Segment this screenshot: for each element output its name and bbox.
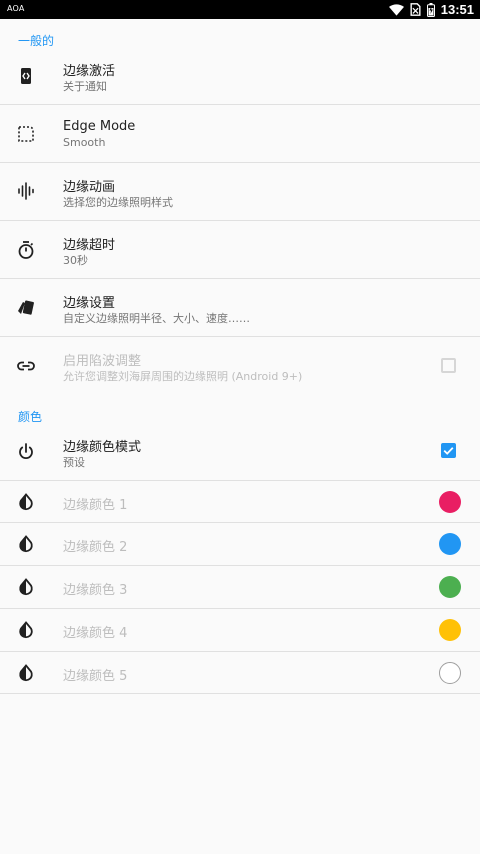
contrast-drop-icon [16, 577, 36, 597]
contrast-drop-icon [16, 663, 36, 683]
status-icons: 13:51 [388, 0, 474, 19]
corner-frame-icon [16, 124, 36, 144]
setting-subtitle: 关于通知 [63, 80, 107, 93]
contrast-drop-icon [16, 620, 36, 640]
setting-subtitle: 30秒 [63, 254, 88, 267]
setting-title: 边缘超时 [63, 238, 116, 253]
cards-icon [16, 298, 36, 318]
setting-title: Edge Mode [63, 119, 136, 134]
setting-subtitle: 自定义边缘照明半径、大小、速度…… [63, 312, 250, 325]
edge-color-label: 边缘颜色 5 [63, 669, 128, 684]
color-swatch[interactable] [439, 533, 461, 555]
color-swatch[interactable] [439, 619, 461, 641]
waveform-icon [16, 181, 36, 201]
status-bar: AOA 13:51 [0, 0, 480, 19]
no-sim-icon [410, 3, 421, 16]
contrast-drop-icon [16, 534, 36, 554]
setting-color-mode[interactable]: 边缘颜色模式 预设 [0, 423, 480, 480]
color-swatch[interactable] [439, 491, 461, 513]
setting-edge-mode[interactable]: Edge Mode Smooth [0, 105, 480, 162]
timer-icon [16, 240, 36, 260]
setting-edge-animation[interactable]: 边缘动画 选择您的边缘照明样式 [0, 163, 480, 220]
setting-subtitle: 预设 [63, 456, 85, 469]
color-swatch[interactable] [439, 662, 461, 684]
edge-color-label: 边缘颜色 4 [63, 626, 128, 641]
edge-color-row-4[interactable]: 边缘颜色 4 [0, 609, 480, 651]
edge-activation-icon [16, 66, 36, 86]
color-mode-checkbox[interactable] [441, 443, 456, 458]
setting-subtitle: Smooth [63, 136, 106, 149]
power-icon [16, 442, 36, 462]
setting-title: 边缘动画 [63, 180, 116, 195]
divider [0, 693, 480, 694]
contrast-drop-icon [16, 492, 36, 512]
setting-notch-adjustment[interactable]: 启用陷波调整 允许您调整刘海屏周围的边缘照明 (Android 9+) [0, 337, 480, 394]
setting-title: 边缘激活 [63, 64, 116, 79]
color-swatch[interactable] [439, 576, 461, 598]
checkmark-icon [443, 447, 454, 455]
setting-subtitle: 选择您的边缘照明样式 [63, 196, 173, 209]
setting-edge-activation[interactable]: 边缘激活 关于通知 [0, 47, 480, 104]
link-icon [16, 356, 36, 376]
edge-color-label: 边缘颜色 1 [63, 498, 128, 513]
notch-adjustment-checkbox[interactable] [441, 358, 456, 373]
edge-color-row-3[interactable]: 边缘颜色 3 [0, 566, 480, 608]
setting-title: 边缘颜色模式 [63, 440, 142, 455]
setting-title: 启用陷波调整 [63, 354, 142, 369]
edge-color-row-5[interactable]: 边缘颜色 5 [0, 652, 480, 694]
setting-title: 边缘设置 [63, 296, 116, 311]
battery-icon [426, 2, 435, 17]
setting-edge-settings[interactable]: 边缘设置 自定义边缘照明半径、大小、速度…… [0, 279, 480, 336]
status-time: 13:51 [440, 2, 474, 17]
setting-edge-timeout[interactable]: 边缘超时 30秒 [0, 221, 480, 278]
edge-color-row-2[interactable]: 边缘颜色 2 [0, 523, 480, 565]
setting-subtitle: 允许您调整刘海屏周围的边缘照明 (Android 9+) [63, 370, 303, 383]
edge-color-label: 边缘颜色 3 [63, 583, 128, 598]
wifi-icon [388, 3, 404, 16]
edge-color-row-1[interactable]: 边缘颜色 1 [0, 481, 480, 523]
status-app-label: AOA [7, 4, 25, 13]
edge-color-label: 边缘颜色 2 [63, 540, 128, 555]
